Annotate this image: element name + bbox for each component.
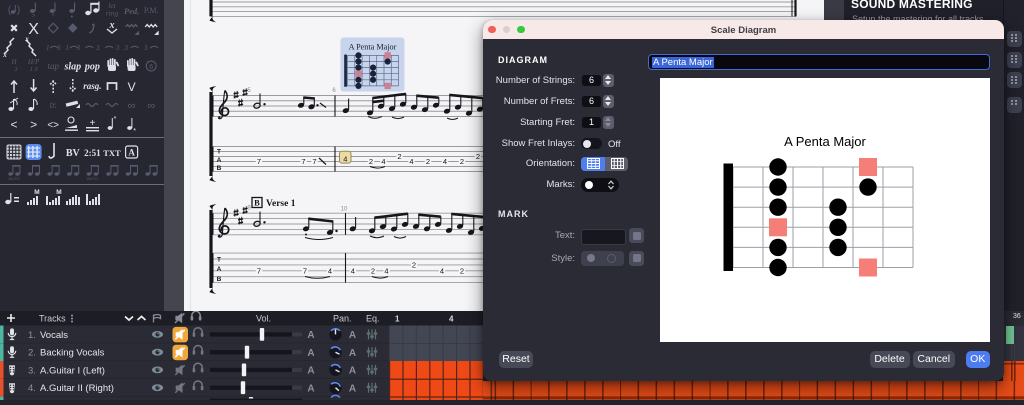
svg-text:4: 4: [384, 266, 388, 275]
svg-text:ring: ring: [106, 9, 119, 18]
svg-text:4: 4: [440, 266, 444, 275]
svg-text:tap: tap: [47, 61, 59, 71]
svg-text:7: 7: [257, 157, 261, 166]
svg-text:1: 1: [395, 315, 400, 324]
svg-text:^: ^: [52, 14, 55, 20]
svg-text:2: 2: [371, 266, 375, 275]
svg-text:Vol.: Vol.: [256, 314, 271, 324]
svg-text:V: V: [128, 80, 136, 94]
svg-text:3: 3: [143, 43, 148, 52]
svg-text:1: 1: [65, 43, 69, 52]
svg-text:x: x: [2, 51, 7, 59]
svg-text:Eq.: Eq.: [366, 314, 380, 324]
svg-text:10: 10: [341, 207, 348, 213]
svg-text:Backing Vocals: Backing Vocals: [40, 348, 105, 359]
svg-text:4: 4: [343, 155, 347, 164]
svg-text:<: <: [10, 118, 17, 132]
svg-text:BV: BV: [66, 148, 81, 159]
svg-text:6: 6: [149, 64, 153, 71]
svg-text:>: >: [32, 14, 36, 20]
svg-text:slap: slap: [63, 62, 81, 73]
svg-text:1: 1: [46, 43, 50, 52]
svg-text:7: 7: [257, 266, 261, 275]
svg-text:2: 2: [460, 266, 464, 275]
svg-text:7: 7: [312, 157, 316, 166]
svg-text:4: 4: [351, 266, 355, 275]
svg-text:rasg.: rasg.: [83, 81, 101, 91]
svg-text:Verse 1: Verse 1: [266, 199, 296, 209]
svg-text:2: 2: [397, 152, 401, 161]
svg-text:T: T: [217, 256, 221, 263]
svg-text:Pan.: Pan.: [333, 314, 352, 324]
svg-text:∞: ∞: [128, 100, 136, 112]
svg-text:2: 2: [369, 157, 373, 166]
svg-text:>: >: [30, 118, 37, 132]
svg-text:*: *: [114, 116, 117, 123]
svg-text:A: A: [349, 384, 356, 395]
svg-text:3: 3: [115, 43, 120, 52]
svg-text:2: 2: [460, 157, 464, 166]
svg-text:3: 3: [13, 66, 18, 73]
svg-text:1.: 1.: [28, 330, 36, 341]
svg-text:B: B: [217, 276, 222, 283]
svg-text:A: A: [307, 348, 314, 359]
svg-text:): ): [17, 5, 20, 16]
svg-text:2: 2: [426, 157, 430, 166]
svg-text:A: A: [349, 348, 356, 359]
svg-text:(: (: [8, 5, 12, 16]
svg-text:7: 7: [303, 266, 307, 275]
svg-text:7: 7: [301, 157, 305, 166]
svg-text:1 3: 1 3: [30, 66, 39, 73]
svg-text:4: 4: [409, 157, 413, 166]
svg-text:3: 3: [56, 43, 61, 52]
svg-text:<>: <>: [47, 120, 59, 131]
svg-text:2.: 2.: [28, 348, 36, 359]
svg-text:4: 4: [443, 157, 447, 166]
svg-text:A.Guitar I (Left): A.Guitar I (Left): [40, 365, 105, 376]
svg-text:*: *: [133, 128, 136, 135]
svg-text:A: A: [307, 366, 314, 377]
svg-text:M: M: [34, 189, 39, 196]
svg-text:Vocals: Vocals: [40, 330, 68, 341]
svg-text:x: x: [24, 35, 29, 43]
svg-text:A: A: [307, 384, 314, 395]
svg-text:A.Guitar II (Right): A.Guitar II (Right): [40, 383, 114, 394]
svg-text:4: 4: [328, 266, 332, 275]
svg-text:tr.: tr.: [50, 100, 57, 110]
svg-text:T: T: [217, 149, 221, 156]
svg-text:2: 2: [412, 261, 416, 270]
svg-text:A Penta Major: A Penta Major: [349, 43, 397, 52]
svg-text:A: A: [128, 148, 135, 158]
svg-text:AUTO: AUTO: [8, 176, 19, 181]
svg-text:∞: ∞: [147, 100, 155, 112]
svg-text:Tracks: Tracks: [39, 314, 66, 324]
svg-text:2: 2: [476, 152, 480, 161]
svg-text:A: A: [307, 330, 314, 341]
svg-text:3: 3: [95, 43, 100, 52]
svg-text:x: x: [109, 20, 115, 31]
svg-text:H/P: H/P: [27, 58, 40, 66]
svg-text:4: 4: [381, 157, 385, 166]
svg-text:A: A: [217, 157, 222, 164]
svg-text:4.: 4.: [28, 383, 36, 394]
svg-text:Ped.: Ped.: [124, 6, 139, 16]
svg-text:A: A: [349, 366, 356, 377]
svg-text:B: B: [217, 165, 222, 172]
svg-text:B: B: [254, 198, 260, 208]
svg-text:X: X: [28, 21, 39, 38]
svg-text:3: 3: [123, 43, 128, 52]
svg-text:A: A: [217, 266, 222, 273]
svg-text:pop: pop: [84, 62, 100, 73]
svg-text:2:51: 2:51: [84, 148, 101, 158]
svg-text:3.: 3.: [28, 365, 36, 376]
svg-text:A: A: [349, 330, 356, 341]
svg-text:AUTO: AUTO: [87, 176, 98, 181]
svg-text:4: 4: [449, 315, 454, 324]
svg-text:3: 3: [75, 43, 80, 52]
svg-text:H: H: [10, 58, 17, 66]
svg-text:P.M.: P.M.: [144, 6, 159, 15]
svg-text:TXT: TXT: [103, 148, 121, 158]
svg-text:M: M: [56, 189, 61, 196]
